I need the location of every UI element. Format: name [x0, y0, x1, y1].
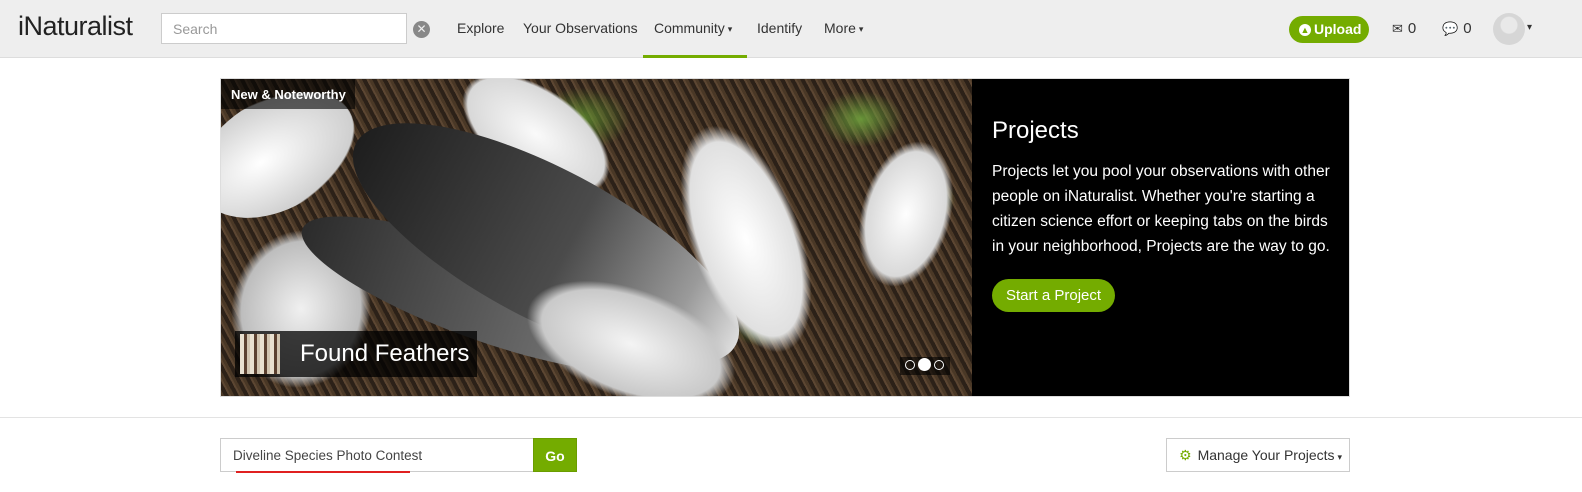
new-noteworthy-badge: New & Noteworthy — [221, 79, 355, 109]
inaturalist-logo[interactable]: iNaturalist — [18, 11, 133, 42]
nav-your-observations-label: Your Observations — [523, 20, 638, 36]
notifications-count: 0 — [1463, 20, 1472, 37]
arrow-circle-up-icon: ▲ — [1299, 24, 1311, 36]
project-caption[interactable]: Found Feathers — [235, 331, 477, 377]
nav-active-indicator — [643, 55, 747, 58]
carousel-dot-3[interactable] — [934, 360, 944, 370]
featured-photo[interactable]: New & Noteworthy Found Feathers — [221, 79, 972, 396]
start-project-button[interactable]: Start a Project — [992, 279, 1116, 312]
nav-community-label: Community — [654, 20, 725, 36]
upload-label: Upload — [1314, 21, 1362, 37]
notifications-link[interactable]: 💬 0 — [1442, 20, 1472, 37]
nav-community[interactable]: Community ▾ — [654, 20, 732, 36]
chevron-down-icon: ▾ — [858, 24, 864, 34]
comment-icon: 💬 — [1442, 21, 1459, 36]
chevron-down-icon: ▾ — [727, 24, 733, 34]
feather-shape — [843, 129, 969, 299]
projects-heading: Projects — [992, 117, 1079, 144]
section-divider — [0, 417, 1582, 418]
projects-info-panel: Projects Projects let you pool your obse… — [992, 117, 1337, 312]
carousel-dot-1[interactable] — [905, 360, 915, 370]
search-input[interactable]: Search — [161, 13, 407, 44]
nav-identify-label: Identify — [757, 20, 803, 36]
user-avatar[interactable] — [1493, 13, 1525, 45]
messages-count: 0 — [1407, 20, 1417, 37]
manage-projects-label: Manage Your Projects — [1197, 447, 1335, 463]
project-search-input[interactable]: Diveline Species Photo Contest — [220, 438, 534, 472]
gear-icon: ⚙ — [1179, 447, 1192, 463]
nav-explore[interactable]: Explore — [457, 20, 504, 36]
featured-carousel: New & Noteworthy Found Feathers Projects… — [220, 78, 1350, 397]
carousel-dot-2[interactable] — [918, 358, 931, 371]
nav-your-observations[interactable]: Your Observations — [523, 20, 638, 36]
spellcheck-underline — [236, 471, 410, 473]
project-thumbnail — [240, 334, 280, 374]
nav-more[interactable]: More ▾ — [824, 20, 863, 36]
chevron-down-icon[interactable]: ▾ — [1527, 22, 1532, 33]
clear-search-icon[interactable]: ✕ — [413, 21, 430, 38]
manage-projects-button[interactable]: ⚙ Manage Your Projects ▾ — [1166, 438, 1350, 472]
project-caption-title: Found Feathers — [300, 340, 470, 367]
chevron-down-icon: ▾ — [1337, 452, 1343, 462]
carousel-indicators — [900, 357, 950, 375]
upload-button[interactable]: ▲ Upload — [1289, 16, 1369, 43]
projects-description: Projects let you pool your observations … — [992, 163, 1330, 255]
go-button[interactable]: Go — [533, 438, 577, 472]
nav-identify[interactable]: Identify — [757, 20, 802, 36]
top-navbar: iNaturalist Search ✕ Explore Your Observ… — [0, 0, 1582, 58]
messages-link[interactable]: ✉ 0 — [1392, 20, 1416, 37]
nav-more-label: More — [824, 20, 856, 36]
envelope-icon: ✉ — [1392, 21, 1403, 36]
nav-explore-label: Explore — [457, 20, 505, 36]
